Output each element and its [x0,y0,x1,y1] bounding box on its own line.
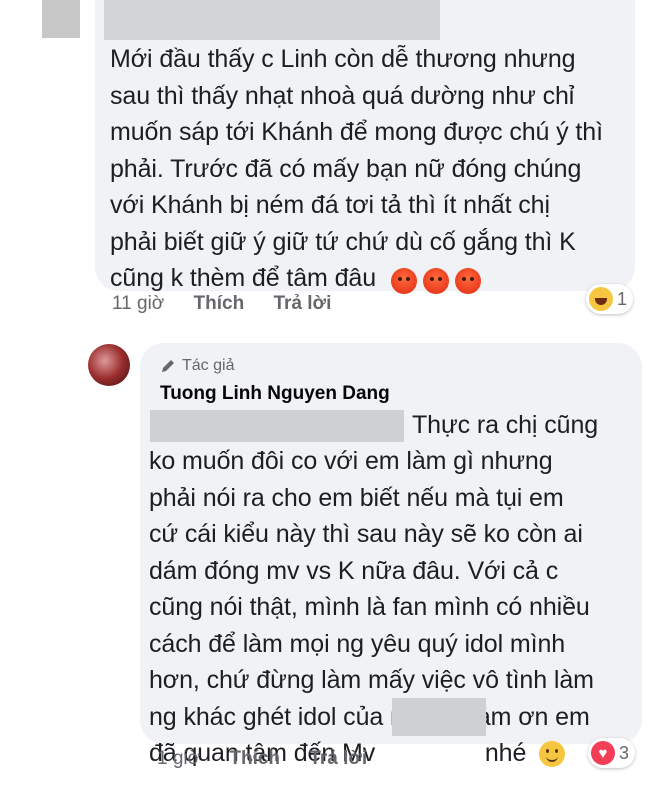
like-button[interactable]: Thích [194,293,245,314]
mention-redacted [150,410,404,442]
reply-time[interactable]: 1 giờ [157,748,200,769]
author-avatar[interactable] [88,344,130,386]
angry-face-icon [390,267,417,294]
reaction-count: 1 [617,288,628,309]
commenter-name-redacted [104,0,440,40]
like-button[interactable]: Thích [229,748,280,769]
reply-line: ng khác ghét idol của mình. Cảm ơn em [149,702,590,731]
smile-emoji-icon [539,741,566,768]
reaction-count: 3 [619,742,630,763]
reaction-badge[interactable]: ♥ 3 [588,738,636,768]
comment-text: Mới đầu thấy c Linh còn dễ thương nhưng … [110,41,630,298]
haha-reaction-icon [589,287,613,311]
reply-button[interactable]: Trả lời [309,748,367,769]
comment-line: phải. Trước đã có mấy bạn nữ đóng chúng [110,154,582,183]
angry-face-icon [422,267,449,294]
reply-text: ko muốn đôi co với em làm gì nhưng phải … [149,443,629,772]
reply-line: phải nói ra cho em biết nếu mà tụi em [149,483,564,512]
reply-line: cách để làm mọi ng yêu quý idol mình [149,629,566,658]
reply-button[interactable]: Trả lời [273,293,331,314]
comment-line: phải biết giữ ý giữ tứ chứ dù cố gắng th… [110,227,576,256]
comment-line: cũng k thèm để tâm đâu [110,264,377,292]
author-badge: Tác giả [160,357,234,375]
commenter-avatar-redacted[interactable] [42,0,80,38]
emoji-group [390,261,487,298]
reply-line: cũng nói thật, mình là fan mình có nhiều [149,593,590,621]
reply-first-line: Thực ra chị cũng [412,411,599,439]
reply-line: dám đóng mv vs K nữa đâu. Với cả c [149,556,559,585]
reply-line: hơn, chứ đừng làm mấy việc vô tình làm [149,666,594,694]
love-reaction-icon: ♥ [591,741,615,765]
reaction-badge[interactable]: 1 [586,284,634,314]
reply-line: cứ cái kiểu này thì sau này sẽ ko còn ai [149,520,583,548]
pen-icon [162,360,174,372]
comment-line: với Khánh bị ném đá tơi tả thì ít nhất c… [110,191,550,219]
reply-actions: 1 giờ Thích Trả lời [157,748,367,770]
comment-line: sau thì thấy nhạt nhoà quá dường như chỉ [110,81,575,110]
mv-name-redacted [392,698,486,736]
reply-line: nhé [484,739,527,767]
comment-actions: 11 giờ Thích Trả lời [112,293,331,315]
angry-face-icon [454,267,481,294]
author-tag-label: Tác giả [182,357,235,374]
comment-line: muốn sáp tới Khánh để mong được chú ý th… [110,118,603,146]
reply-line: ko muốn đôi co với em làm gì nhưng [149,447,553,475]
comment-time[interactable]: 11 giờ [112,293,164,314]
comment-line: Mới đầu thấy c Linh còn dễ thương nhưng [110,45,576,73]
author-name[interactable]: Tuong Linh Nguyen Dang [160,383,390,405]
